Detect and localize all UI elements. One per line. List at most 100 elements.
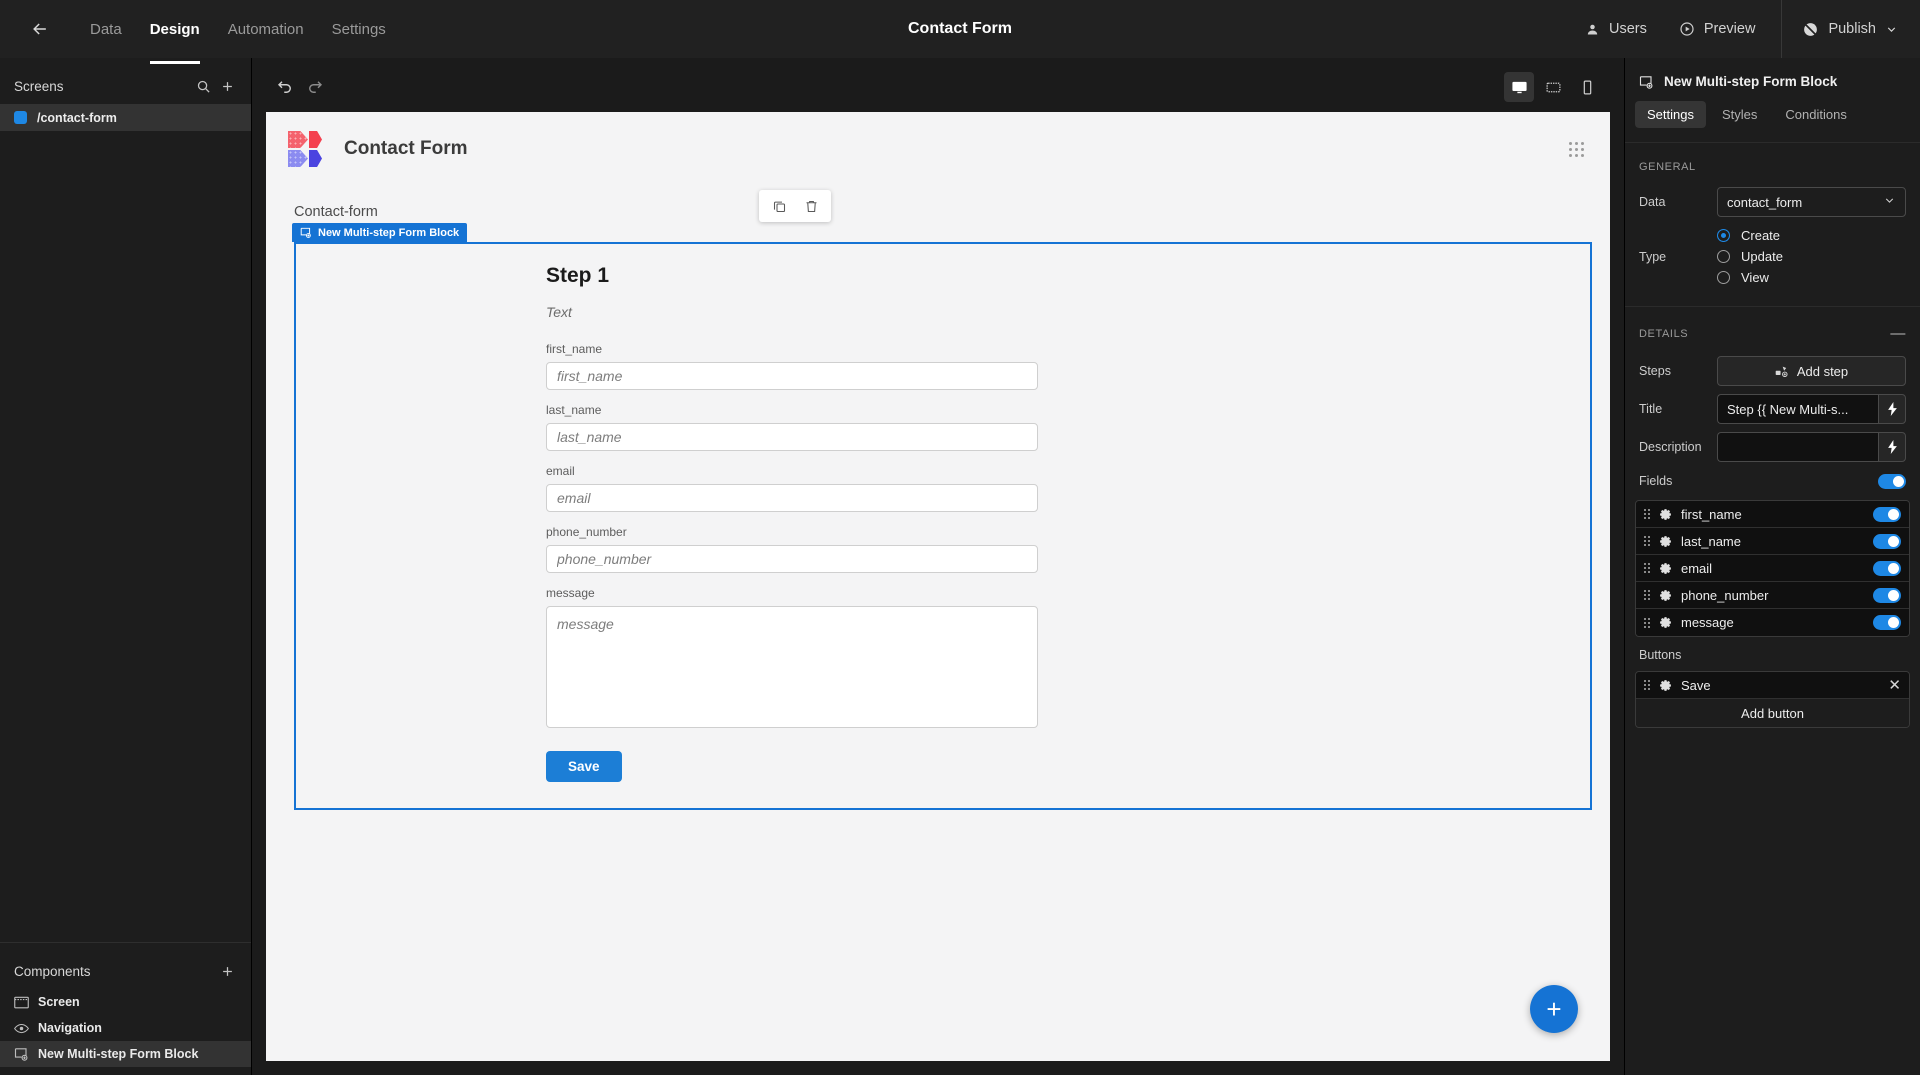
redo-button[interactable] xyxy=(300,72,330,102)
field-row-last-name[interactable]: last_name xyxy=(1636,528,1909,555)
nav-tab-data[interactable]: Data xyxy=(76,14,136,45)
tab-settings[interactable]: Settings xyxy=(1635,101,1706,128)
nav-tab-settings[interactable]: Settings xyxy=(318,14,400,45)
breadcrumb-row: Contact-form xyxy=(266,186,1610,242)
radio-indicator xyxy=(1717,250,1730,263)
screens-empty-space xyxy=(0,131,251,942)
drag-handle-icon[interactable] xyxy=(1644,680,1650,690)
device-tablet-button[interactable] xyxy=(1538,72,1568,102)
add-screen-button[interactable] xyxy=(215,74,239,98)
step-title: Step 1 xyxy=(546,264,610,287)
nav-tab-automation[interactable]: Automation xyxy=(214,14,318,45)
preview-header: Contact Form xyxy=(266,112,1610,186)
field-row-label: last_name xyxy=(1681,533,1741,549)
last-name-input[interactable] xyxy=(546,423,1038,451)
add-block-fab[interactable]: + xyxy=(1530,985,1578,1033)
publish-button[interactable]: Publish xyxy=(1786,0,1920,58)
drag-handle-icon[interactable] xyxy=(1644,509,1650,519)
buttons-list: Save ✕ Add button xyxy=(1635,671,1910,728)
device-mobile-button[interactable] xyxy=(1572,72,1602,102)
steps-label: Steps xyxy=(1639,364,1671,378)
top-divider xyxy=(1781,0,1783,58)
tab-conditions[interactable]: Conditions xyxy=(1773,101,1858,128)
email-input[interactable] xyxy=(546,484,1038,512)
drag-handle-icon[interactable] xyxy=(1644,590,1650,600)
gear-icon[interactable] xyxy=(1659,616,1672,629)
message-textarea[interactable] xyxy=(546,606,1038,728)
gear-icon[interactable] xyxy=(1659,535,1672,548)
screens-header: Screens xyxy=(0,68,251,104)
nav-tab-design[interactable]: Design xyxy=(136,14,214,64)
field-toggle[interactable] xyxy=(1873,533,1901,549)
left-sidebar: Screens /contact-form Components Screen … xyxy=(0,58,252,1075)
page-preview: Contact Form Contact-form New Multi-step… xyxy=(266,112,1610,1061)
tab-styles[interactable]: Styles xyxy=(1710,101,1769,128)
radio-indicator xyxy=(1717,229,1730,242)
duplicate-block-button[interactable] xyxy=(765,192,793,220)
first-name-input[interactable] xyxy=(546,362,1038,390)
drag-handle-icon[interactable] xyxy=(1644,536,1650,546)
general-section-title: GENERAL xyxy=(1639,161,1696,173)
add-component-button[interactable] xyxy=(215,959,239,983)
drag-handle-icon[interactable] xyxy=(1644,563,1650,573)
field-row-email[interactable]: email xyxy=(1636,555,1909,582)
steps-row: Steps Add step xyxy=(1625,352,1920,390)
field-row-label: message xyxy=(1681,615,1734,630)
radio-indicator xyxy=(1717,271,1730,284)
description-input[interactable] xyxy=(1717,432,1878,462)
undo-button[interactable] xyxy=(270,72,300,102)
type-radio-create[interactable]: Create xyxy=(1717,225,1780,246)
save-button[interactable]: Save xyxy=(546,751,622,782)
screen-item-contact-form[interactable]: /contact-form xyxy=(0,104,251,131)
type-radio-view[interactable]: View xyxy=(1717,267,1769,288)
button-row-save[interactable]: Save ✕ xyxy=(1636,672,1909,699)
form-block-icon xyxy=(14,1048,28,1061)
field-row-message[interactable]: message xyxy=(1636,609,1909,636)
block-selection-tag: New Multi-step Form Block xyxy=(292,223,468,242)
add-step-button[interactable]: Add step xyxy=(1717,356,1906,386)
canvas-toolbar xyxy=(252,68,1624,106)
search-screens-button[interactable] xyxy=(191,74,215,98)
multi-step-form-block[interactable]: Step 1 Text first_name last_name xyxy=(294,242,1592,810)
field-toggle[interactable] xyxy=(1873,560,1901,576)
fields-list: first_name last_name email phone_number … xyxy=(1635,500,1910,637)
lightning-icon xyxy=(1887,440,1897,454)
field-row-first-name[interactable]: first_name xyxy=(1636,501,1909,528)
title-binding-button[interactable] xyxy=(1878,394,1906,424)
gear-icon[interactable] xyxy=(1659,562,1672,575)
delete-block-button[interactable] xyxy=(797,192,825,220)
gear-icon[interactable] xyxy=(1659,589,1672,602)
field-row-phone-number[interactable]: phone_number xyxy=(1636,582,1909,609)
title-row: Title Step {{ New Multi-s... xyxy=(1625,390,1920,428)
gear-icon[interactable] xyxy=(1659,508,1672,521)
title-input[interactable]: Step {{ New Multi-s... xyxy=(1717,394,1878,424)
preview-button[interactable]: Preview xyxy=(1663,0,1772,58)
publish-label: Publish xyxy=(1828,21,1876,37)
drag-handle-icon[interactable] xyxy=(1644,617,1650,628)
device-desktop-button[interactable] xyxy=(1504,72,1534,102)
drag-handle-icon[interactable] xyxy=(1569,141,1584,157)
users-button[interactable]: Users xyxy=(1569,0,1663,58)
data-select[interactable]: contact_form xyxy=(1717,187,1906,217)
field-toggle[interactable] xyxy=(1873,615,1901,630)
component-item-screen[interactable]: Screen xyxy=(0,989,251,1015)
type-label: Type xyxy=(1639,249,1667,264)
plus-icon xyxy=(222,81,232,91)
field-toggle[interactable] xyxy=(1873,506,1901,522)
type-row: Type Create Update View xyxy=(1625,221,1920,292)
back-button[interactable] xyxy=(18,7,62,51)
description-binding-button[interactable] xyxy=(1878,432,1906,462)
gear-icon[interactable] xyxy=(1659,679,1672,692)
component-item-new-multi-step-form-block[interactable]: New Multi-step Form Block xyxy=(0,1041,251,1067)
field-toggle[interactable] xyxy=(1873,587,1901,603)
phone-number-input[interactable] xyxy=(546,545,1038,573)
fields-master-toggle[interactable] xyxy=(1878,473,1906,489)
field-label: email xyxy=(546,464,575,478)
chevron-down-icon xyxy=(1883,194,1896,210)
remove-button-icon[interactable]: ✕ xyxy=(1888,676,1901,694)
component-item-navigation[interactable]: Navigation xyxy=(0,1015,251,1041)
add-button-button[interactable]: Add button xyxy=(1636,699,1909,727)
type-radio-update[interactable]: Update xyxy=(1717,246,1783,267)
component-item-label: Screen xyxy=(38,995,80,1009)
minus-icon[interactable]: — xyxy=(1890,325,1906,342)
